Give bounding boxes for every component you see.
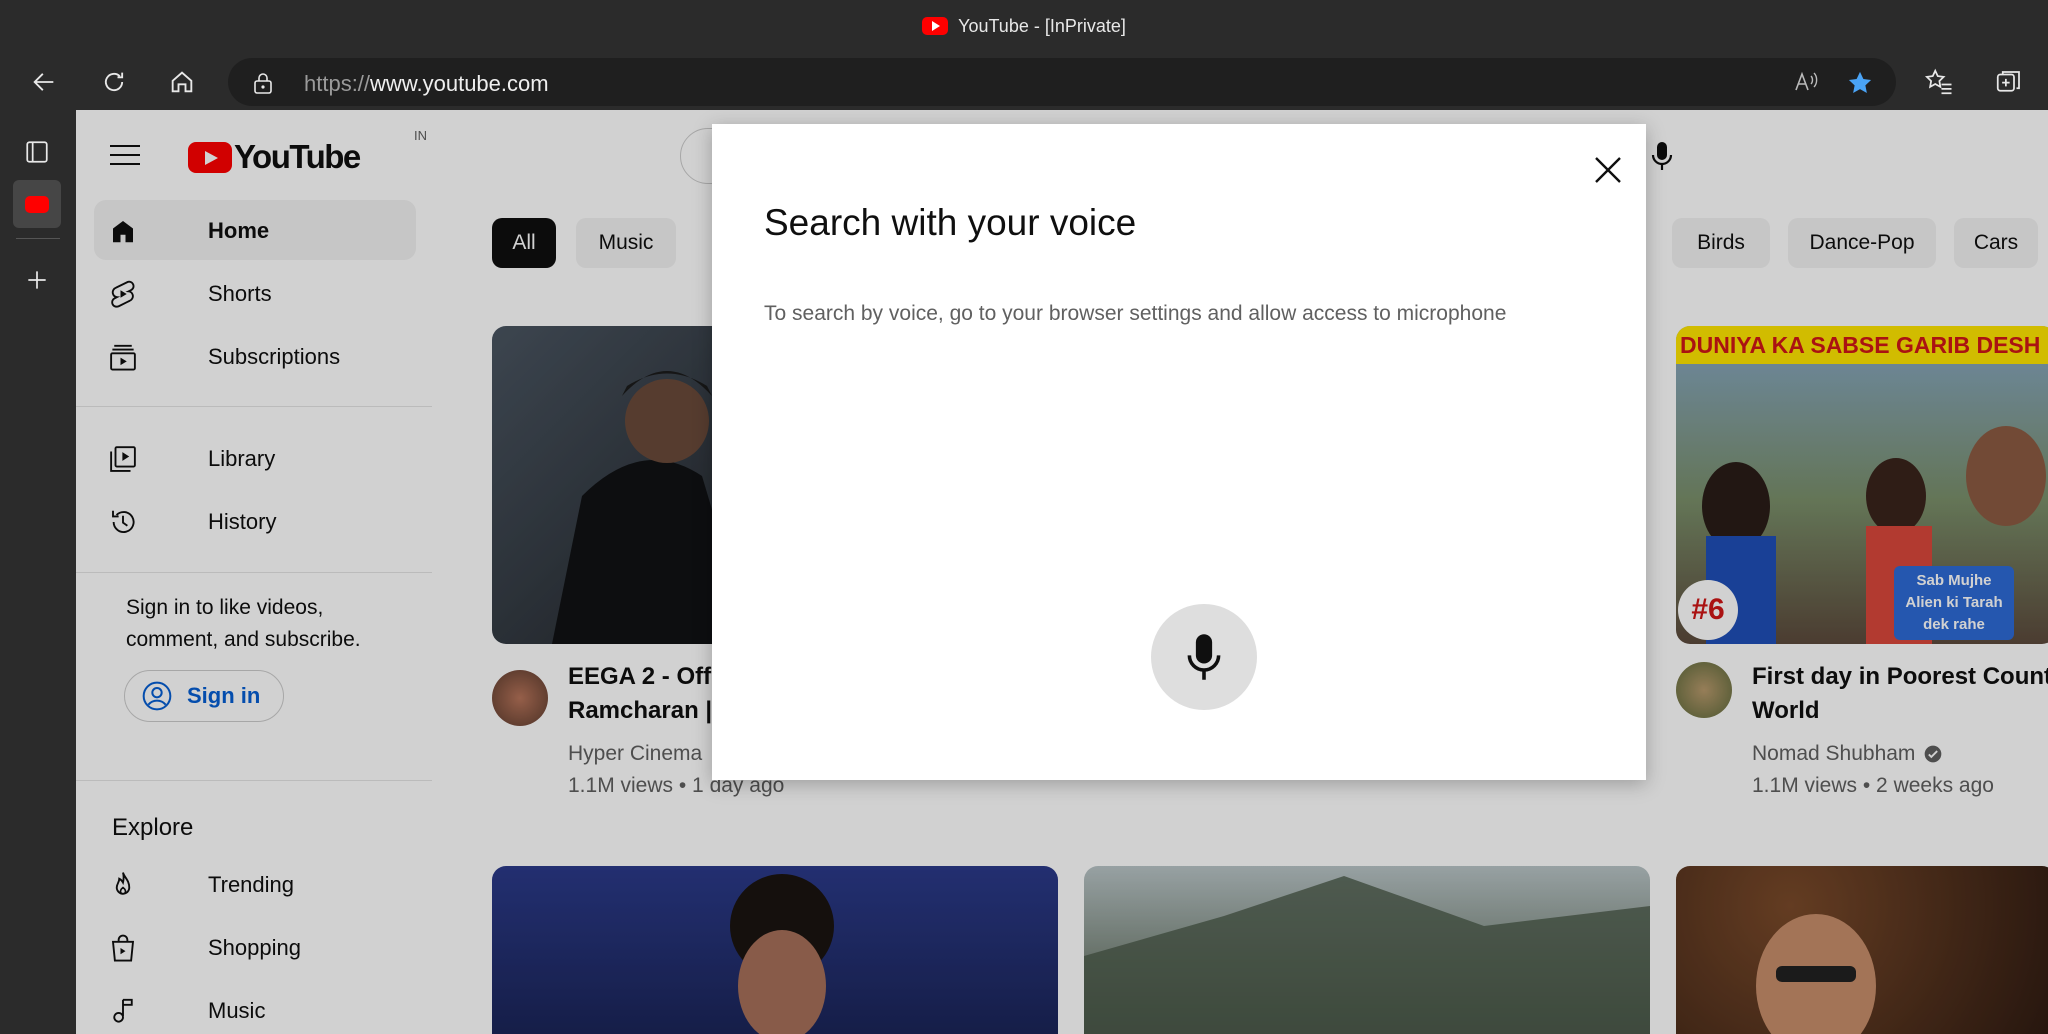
window-title: YouTube - [InPrivate] (958, 15, 1126, 36)
close-icon[interactable] (1590, 152, 1626, 188)
microphone-icon (1187, 634, 1221, 680)
tab-youtube[interactable] (13, 180, 61, 228)
youtube-favicon-icon (922, 17, 949, 35)
read-aloud-icon[interactable] (1794, 70, 1820, 94)
dialog-message: To search by voice, go to your browser s… (764, 302, 1507, 325)
home-outline-icon (171, 71, 193, 93)
window-titlebar: YouTube - [InPrivate] (0, 0, 2048, 52)
tab-actions-button[interactable] (13, 128, 61, 176)
lock-icon[interactable] (252, 71, 274, 95)
favorite-star-icon[interactable] (1846, 69, 1874, 97)
tab-panel-icon (26, 141, 48, 163)
refresh-button[interactable] (94, 62, 134, 102)
favorites-list-icon (1924, 68, 1952, 95)
browser-toolbar: https://www.youtube.com (0, 52, 2048, 110)
tabs-divider (16, 238, 60, 239)
favorites-button[interactable] (1918, 61, 1960, 103)
plus-icon (28, 271, 46, 289)
back-button[interactable] (24, 62, 64, 102)
vertical-tabs-panel (0, 110, 76, 1034)
collections-icon (1996, 71, 2020, 92)
home-button[interactable] (162, 62, 202, 102)
voice-search-dialog: Search with your voice To search by voic… (712, 124, 1646, 780)
refresh-icon (104, 72, 124, 92)
address-bar[interactable]: https://www.youtube.com (228, 58, 1896, 106)
collections-button[interactable] (1988, 61, 2030, 103)
arrow-left-icon (33, 73, 54, 91)
address-url[interactable]: https://www.youtube.com (304, 71, 549, 97)
voice-mic-button[interactable] (1151, 604, 1257, 710)
youtube-favicon-icon (25, 195, 49, 213)
dialog-title: Search with your voice (764, 202, 1137, 243)
new-tab-button[interactable] (13, 256, 61, 304)
youtube-page: YouTube IN Home Shorts Subscriptions Lib… (76, 110, 2048, 1034)
